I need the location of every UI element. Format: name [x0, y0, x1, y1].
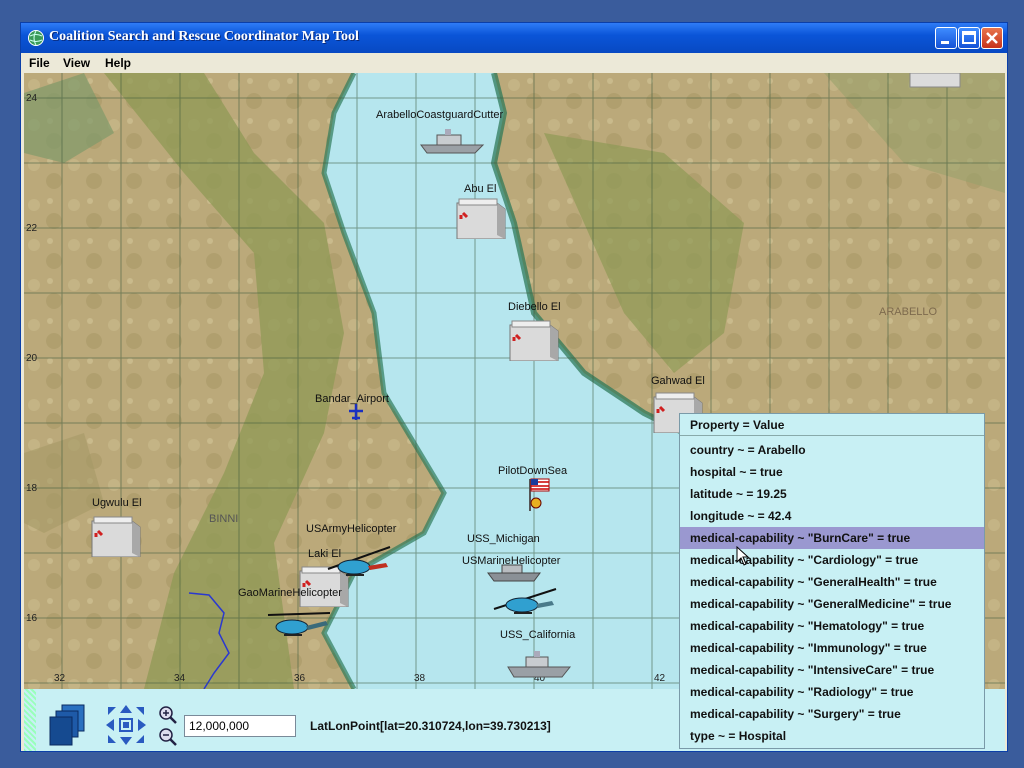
maximize-button[interactable] — [958, 27, 980, 49]
lat-tick: 24 — [26, 93, 38, 104]
lon-tick: 34 — [174, 673, 186, 684]
asset-label: USArmyHelicopter — [306, 523, 397, 535]
asset-label: PilotDownSea — [498, 465, 568, 477]
menu-help[interactable]: Help — [105, 56, 131, 70]
globe-icon — [28, 30, 44, 46]
property-row[interactable]: medical-capability ~ "IntensiveCare" = t… — [680, 659, 984, 681]
flag-icon[interactable] — [524, 477, 554, 513]
asset-label: ArabelloCoastguardCutter — [376, 109, 504, 121]
region-label: ARABELLO — [879, 306, 938, 318]
property-row[interactable]: medical-capability ~ "Hematology" = true — [680, 615, 984, 637]
ship-icon[interactable] — [419, 127, 485, 155]
property-row[interactable]: medical-capability ~ "Radiology" = true — [680, 681, 984, 703]
coordinate-readout: LatLonPoint[lat=20.310724,lon=39.730213] — [310, 719, 551, 733]
asset-label: Gahwad El — [651, 375, 705, 387]
layers-icon[interactable] — [48, 703, 88, 747]
building-icon[interactable] — [86, 513, 144, 557]
scale-input[interactable] — [184, 715, 296, 737]
lat-tick: 18 — [26, 483, 38, 494]
lon-tick: 38 — [414, 673, 426, 684]
zoom-out-icon[interactable] — [158, 727, 178, 747]
lon-tick: 32 — [54, 673, 66, 684]
title-bar[interactable]: Coalition Search and Rescue Coordinator … — [21, 23, 1007, 54]
property-row[interactable]: medical-capability ~ "GeneralHealth" = t… — [680, 571, 984, 593]
menu-file[interactable]: File — [29, 56, 50, 70]
menu-view[interactable]: View — [63, 56, 90, 70]
window-title: Coalition Search and Rescue Coordinator … — [49, 29, 359, 44]
property-row[interactable]: medical-capability ~ "Surgery" = true — [680, 703, 984, 725]
lat-tick: 16 — [26, 613, 38, 624]
property-row[interactable]: medical-capability ~ "Cardiology" = true — [680, 549, 984, 571]
menu-bar: File View Help — [21, 53, 1007, 73]
property-row[interactable]: hospital ~ = true — [680, 461, 984, 483]
cursor-icon — [736, 546, 750, 566]
property-popup: Property = Value country ~ = Arabello ho… — [679, 413, 985, 749]
asset-label: GaoMarineHelicopter — [238, 587, 342, 599]
ship-icon[interactable] — [506, 649, 572, 679]
toolbar-grip[interactable] — [24, 689, 36, 751]
building-icon[interactable] — [504, 317, 562, 361]
asset-label: Ugwulu El — [92, 497, 142, 509]
close-button[interactable] — [981, 27, 1003, 49]
asset-label: Abu El — [464, 183, 497, 195]
airplane-icon[interactable] — [347, 403, 365, 421]
property-row[interactable]: longitude ~ = 42.4 — [680, 505, 984, 527]
minimize-button[interactable] — [935, 27, 957, 49]
property-row[interactable]: type ~ = Hospital — [680, 725, 984, 747]
lat-tick: 22 — [26, 223, 38, 234]
property-row[interactable]: country ~ = Arabello — [680, 439, 984, 461]
helicopter-icon[interactable] — [490, 579, 560, 619]
maximize-icon — [962, 31, 976, 44]
lat-tick: 20 — [26, 353, 38, 364]
property-row-selected[interactable]: medical-capability ~ "BurnCare" = true — [680, 527, 984, 549]
property-row[interactable]: medical-capability ~ "Immunology" = true — [680, 637, 984, 659]
building-icon[interactable] — [906, 73, 964, 117]
lon-tick: 36 — [294, 673, 306, 684]
zoom-in-icon[interactable] — [158, 705, 178, 725]
asset-label: USS_Michigan — [467, 533, 540, 545]
region-label: BINNI — [209, 513, 239, 525]
asset-label: Diebello El — [508, 301, 561, 313]
helicopter-icon[interactable] — [264, 601, 334, 641]
lon-tick: 42 — [654, 673, 666, 684]
asset-label: USS_California — [500, 629, 576, 641]
app-window: Coalition Search and Rescue Coordinator … — [20, 22, 1008, 752]
popup-header: Property = Value — [680, 414, 984, 436]
close-icon — [986, 32, 998, 44]
minimize-icon — [941, 41, 949, 44]
pan-arrows-icon[interactable] — [104, 703, 148, 747]
building-icon[interactable] — [451, 195, 509, 239]
helicopter-icon[interactable] — [324, 541, 394, 581]
property-row[interactable]: medical-capability ~ "GeneralMedicine" =… — [680, 593, 984, 615]
property-row[interactable]: latitude ~ = 19.25 — [680, 483, 984, 505]
